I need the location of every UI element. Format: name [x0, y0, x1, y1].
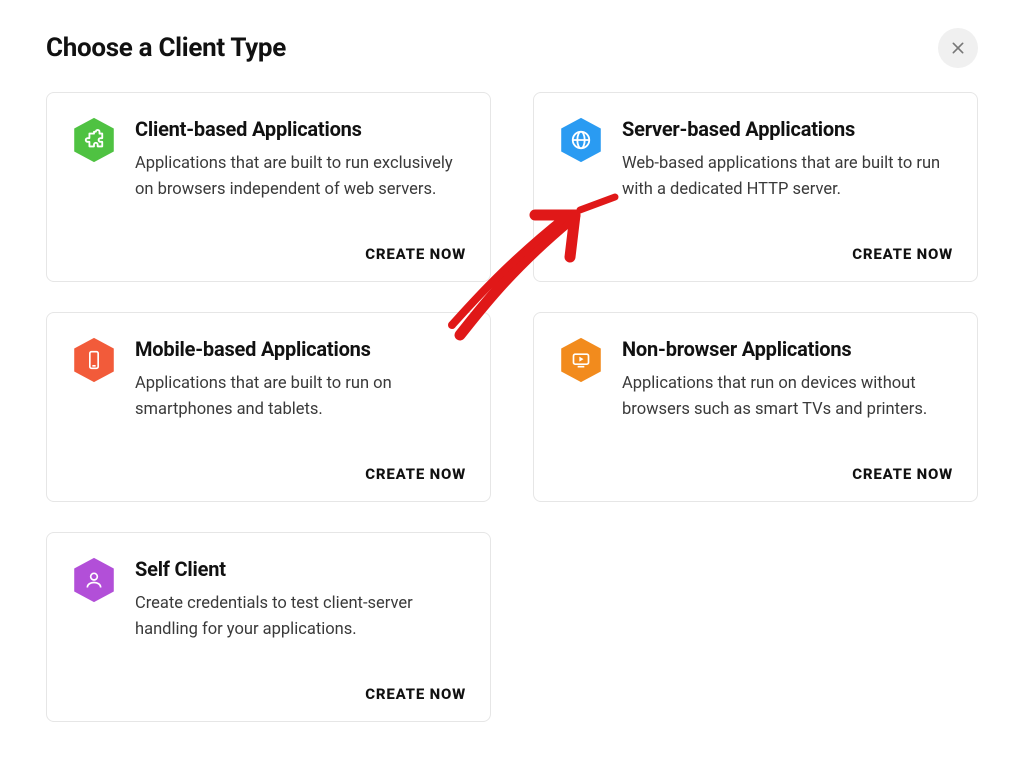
create-now-button[interactable]: CREATE NOW [365, 685, 466, 703]
create-now-button[interactable]: CREATE NOW [852, 245, 953, 263]
card-description: Create credentials to test client-server… [135, 591, 466, 642]
close-icon [950, 40, 966, 56]
card-non-browser[interactable]: Non-browser Applications Applications th… [533, 312, 978, 502]
page-title: Choose a Client Type [46, 33, 286, 63]
card-title: Mobile-based Applications [135, 337, 466, 361]
card-client-based[interactable]: Client-based Applications Applications t… [46, 92, 491, 282]
card-server-based[interactable]: Server-based Applications Web-based appl… [533, 92, 978, 282]
card-mobile-based[interactable]: Mobile-based Applications Applications t… [46, 312, 491, 502]
card-description: Applications that are built to run exclu… [135, 151, 466, 202]
card-description: Web-based applications that are built to… [622, 151, 953, 202]
card-title: Client-based Applications [135, 117, 466, 141]
person-icon [71, 557, 117, 603]
create-now-button[interactable]: CREATE NOW [852, 465, 953, 483]
card-title: Server-based Applications [622, 117, 953, 141]
puzzle-icon [71, 117, 117, 163]
card-title: Self Client [135, 557, 466, 581]
close-button[interactable] [938, 28, 978, 68]
globe-icon [558, 117, 604, 163]
card-self-client[interactable]: Self Client Create credentials to test c… [46, 532, 491, 722]
card-description: Applications that run on devices without… [622, 371, 953, 422]
mobile-icon [71, 337, 117, 383]
create-now-button[interactable]: CREATE NOW [365, 465, 466, 483]
card-description: Applications that are built to run on sm… [135, 371, 466, 422]
client-type-grid: Client-based Applications Applications t… [46, 92, 978, 722]
card-title: Non-browser Applications [622, 337, 953, 361]
create-now-button[interactable]: CREATE NOW [365, 245, 466, 263]
tv-icon [558, 337, 604, 383]
